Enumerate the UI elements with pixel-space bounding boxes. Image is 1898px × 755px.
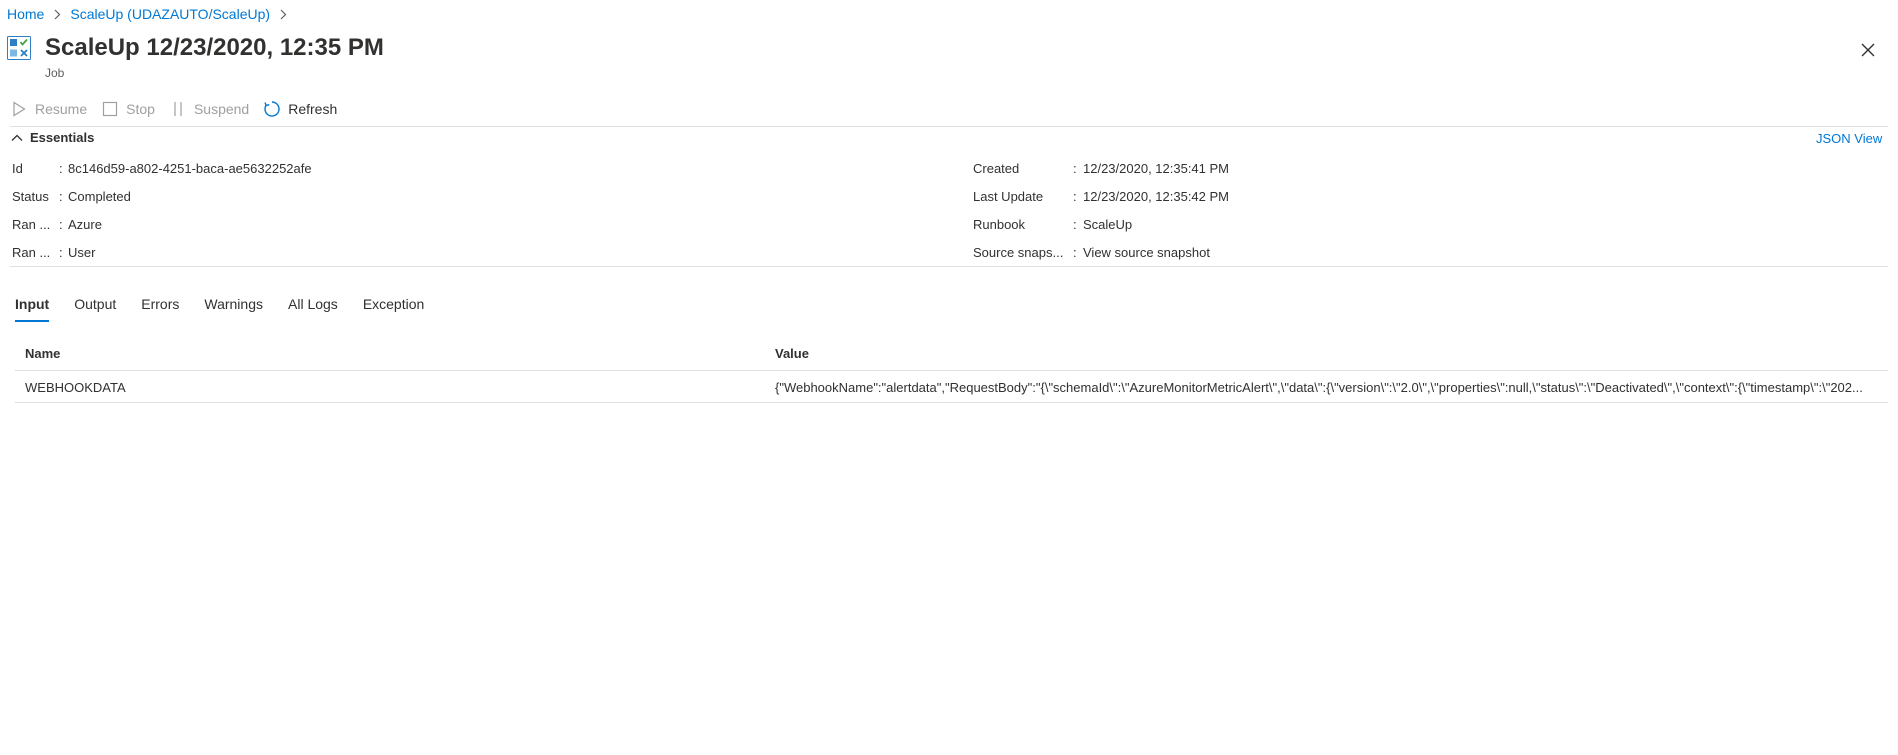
prop-label-status: Status [12, 189, 49, 204]
cell-name: WEBHOOKDATA [25, 380, 126, 395]
play-icon [10, 100, 28, 118]
prop-label-last-update: Last Update [973, 189, 1044, 204]
output-tabs: Input Output Errors Warnings All Logs Ex… [15, 296, 449, 322]
prop-label-id: Id [12, 161, 23, 176]
prop-value-ran-by: User [68, 245, 96, 260]
table-row[interactable]: WEBHOOKDATA {"WebhookName":"alertdata","… [15, 372, 1888, 402]
prop-label-runbook: Runbook [973, 217, 1026, 232]
automation-job-icon [7, 36, 31, 60]
prop-label-ran-by: Ran ... [12, 245, 51, 260]
refresh-button-label: Refresh [288, 101, 338, 117]
refresh-icon [263, 100, 281, 118]
prop-colon: : [59, 245, 63, 260]
resume-button[interactable]: Resume [10, 96, 87, 122]
prop-value-last-update: 12/23/2020, 12:35:42 PM [1083, 189, 1230, 204]
page-title: ScaleUp 12/23/2020, 12:35 PM [45, 34, 384, 61]
prop-colon: : [1073, 245, 1077, 260]
stop-button-label: Stop [126, 101, 155, 117]
close-icon [1861, 43, 1875, 57]
chevron-up-icon [10, 131, 24, 145]
runbook-link[interactable]: ScaleUp [1083, 217, 1132, 232]
prop-colon: : [1073, 161, 1077, 176]
essentials-divider [10, 266, 1888, 267]
chevron-right-icon [52, 7, 62, 21]
page-subtitle: Job [45, 66, 65, 80]
tab-warnings[interactable]: Warnings [204, 296, 263, 322]
prop-label-source-snapshot: Source snaps... [973, 245, 1064, 260]
chevron-right-icon [278, 7, 288, 21]
command-bar: Resume Stop Suspend Refresh [10, 96, 351, 122]
prop-colon: : [59, 217, 63, 232]
tab-exception[interactable]: Exception [363, 296, 424, 322]
column-header-value[interactable]: Value [775, 346, 809, 361]
prop-colon: : [1073, 189, 1077, 204]
tab-input[interactable]: Input [15, 296, 50, 322]
tab-errors[interactable]: Errors [141, 296, 179, 322]
essentials-label: Essentials [30, 130, 95, 145]
tab-all-logs[interactable]: All Logs [288, 296, 338, 322]
column-header-name[interactable]: Name [25, 346, 60, 361]
resume-button-label: Resume [35, 101, 88, 117]
table-row-divider [15, 402, 1888, 403]
prop-value-status: Completed [68, 189, 131, 204]
breadcrumb-home-link[interactable]: Home [7, 6, 44, 22]
stop-icon [101, 100, 119, 118]
prop-value-id: 8c146d59-a802-4251-baca-ae5632252afe [68, 161, 312, 176]
toolbar-divider [10, 126, 1888, 127]
pause-icon [169, 100, 187, 118]
table-header-divider [15, 370, 1888, 371]
prop-value-ran-on: Azure [68, 217, 102, 232]
suspend-button[interactable]: Suspend [169, 96, 249, 122]
close-button[interactable] [1856, 38, 1880, 62]
breadcrumb-runbook-link[interactable]: ScaleUp (UDAZAUTO/ScaleUp) [70, 6, 270, 22]
prop-colon: : [59, 189, 63, 204]
prop-colon: : [1073, 217, 1077, 232]
suspend-button-label: Suspend [193, 101, 250, 117]
stop-button[interactable]: Stop [101, 96, 155, 122]
tab-output[interactable]: Output [74, 296, 116, 322]
prop-label-ran-on: Ran ... [12, 217, 51, 232]
prop-value-created: 12/23/2020, 12:35:41 PM [1083, 161, 1230, 176]
prop-colon: : [59, 161, 63, 176]
breadcrumb: Home ScaleUp (UDAZAUTO/ScaleUp) [7, 6, 296, 22]
essentials-toggle[interactable]: Essentials [10, 130, 94, 145]
cell-value: {"WebhookName":"alertdata","RequestBody"… [775, 380, 1863, 395]
refresh-button[interactable]: Refresh [263, 96, 337, 122]
json-view-link[interactable]: JSON View [1816, 131, 1882, 146]
view-source-snapshot-link[interactable]: View source snapshot [1083, 245, 1210, 260]
prop-label-created: Created [973, 161, 1020, 176]
